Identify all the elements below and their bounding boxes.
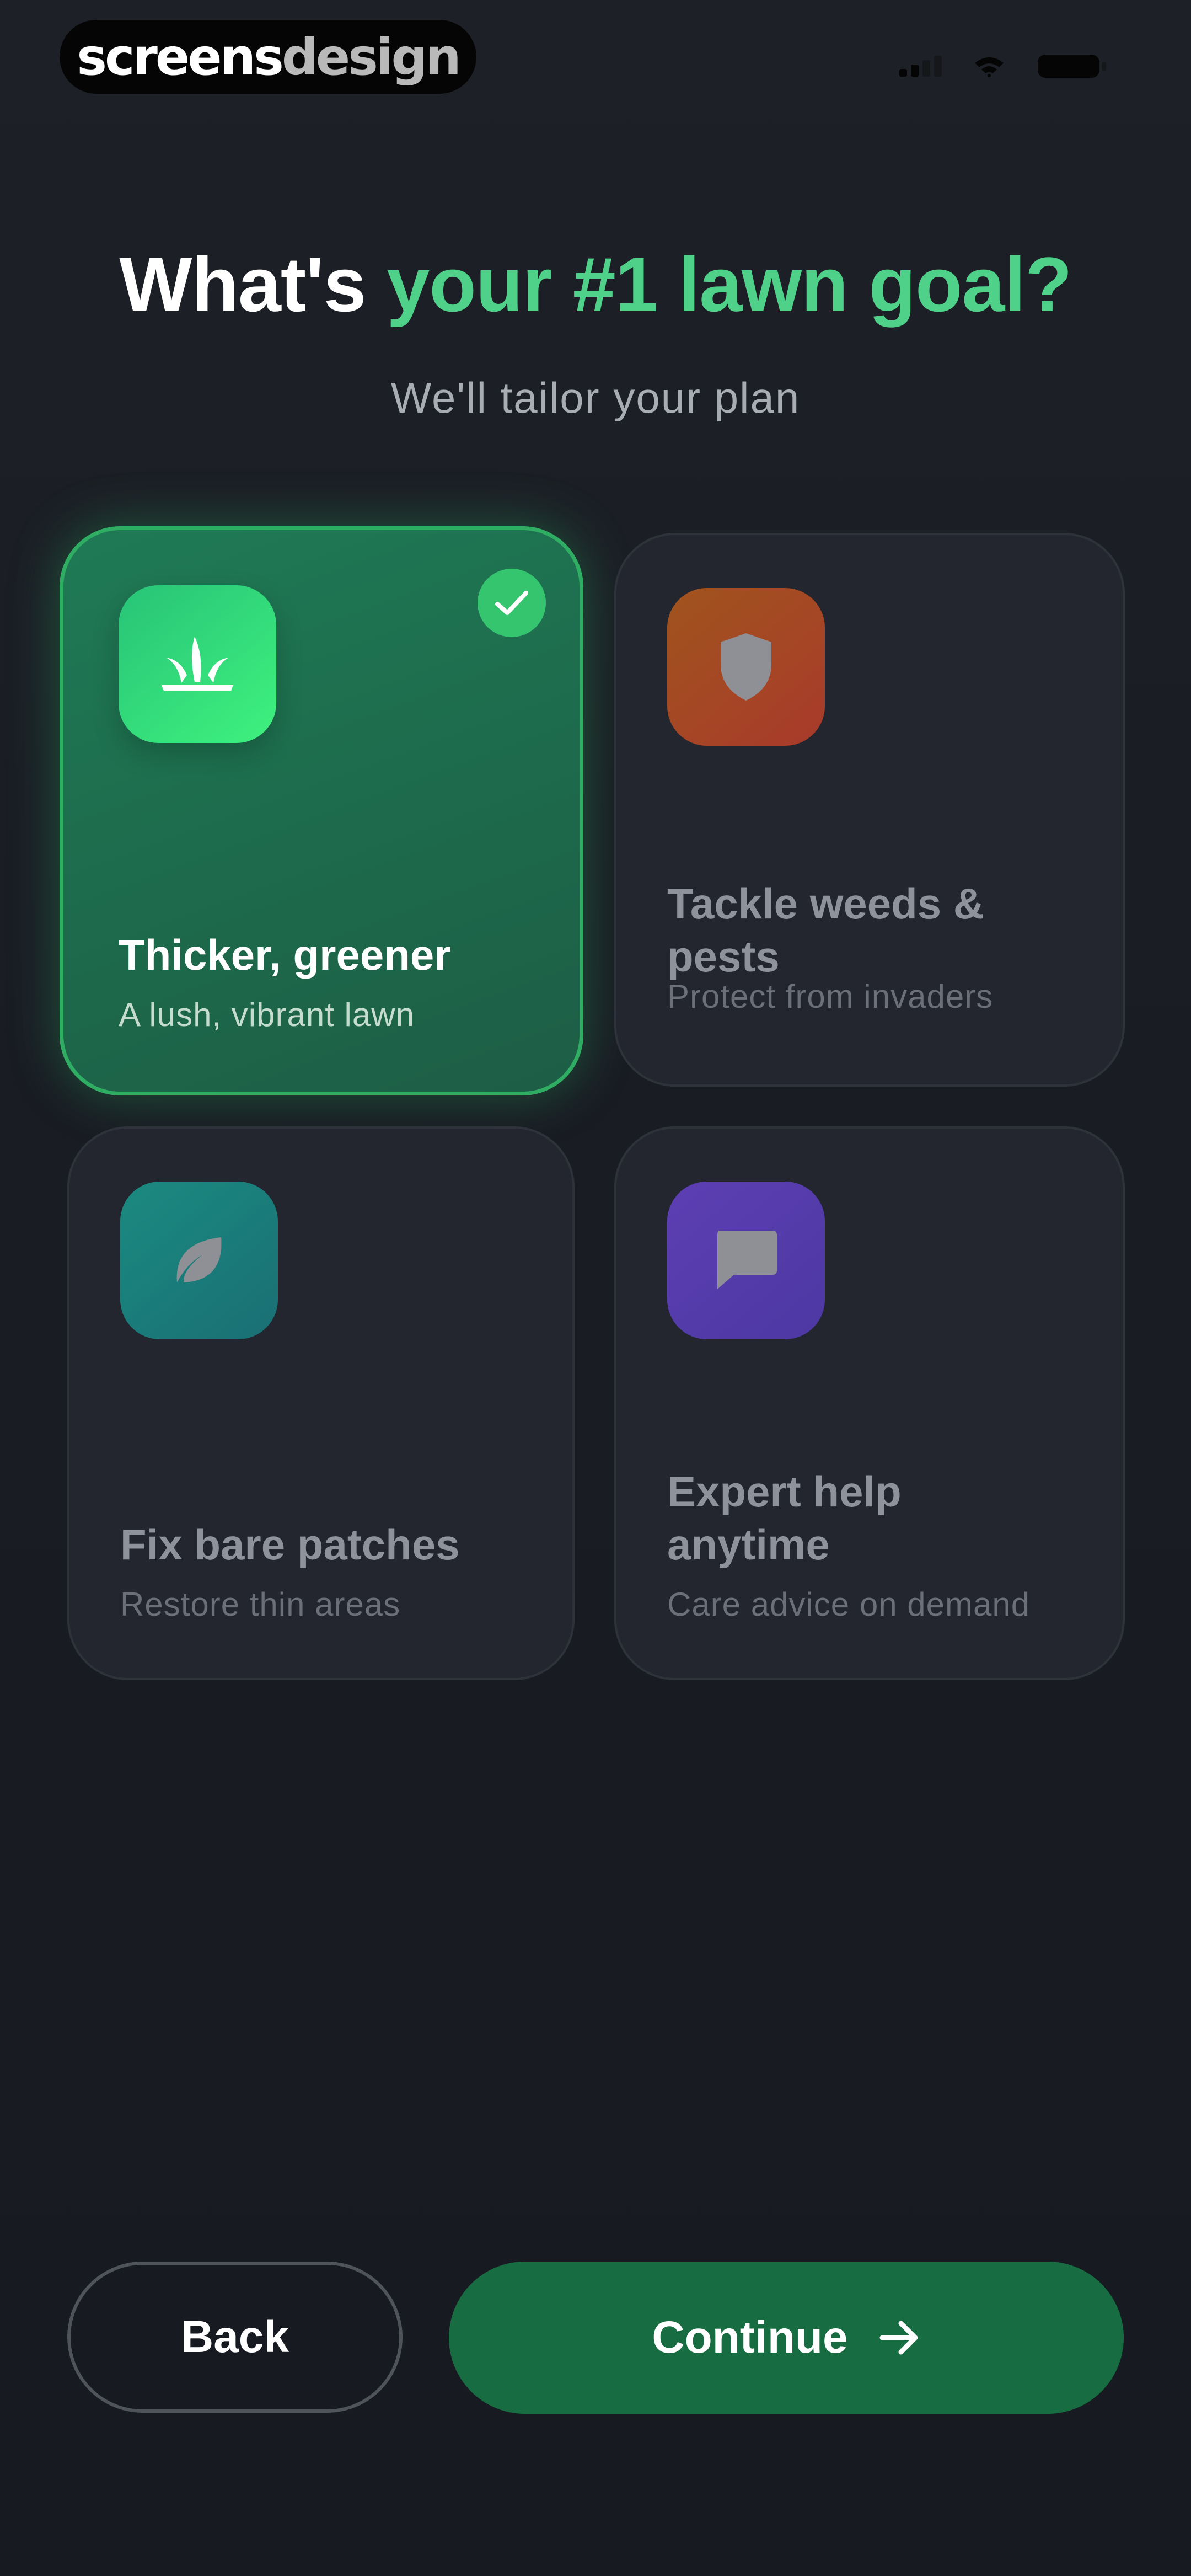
option-subtitle: Protect from invaders bbox=[667, 978, 994, 1015]
continue-button-label: Continue bbox=[652, 2312, 848, 2363]
brand-text-part1: screens bbox=[77, 27, 284, 87]
back-button[interactable]: Back bbox=[67, 2262, 403, 2413]
option-subtitle: A lush, vibrant lawn bbox=[119, 996, 415, 1033]
shield-icon bbox=[667, 588, 825, 746]
back-button-label: Back bbox=[180, 2312, 289, 2362]
leaf-icon bbox=[120, 1182, 278, 1339]
selected-check-icon bbox=[478, 569, 546, 637]
status-bar bbox=[899, 52, 1108, 80]
grass-icon bbox=[119, 585, 276, 743]
option-card-fix-bare-patches[interactable]: Fix bare patches Restore thin areas bbox=[67, 1126, 575, 1680]
option-subtitle: Care advice on demand bbox=[667, 1586, 1031, 1623]
brand-text-part2: design bbox=[281, 27, 462, 87]
chat-bubble-icon bbox=[667, 1182, 825, 1339]
option-card-thicker-greener[interactable]: Thicker, greener A lush, vibrant lawn bbox=[60, 526, 583, 1095]
option-title: Expert help anytime bbox=[667, 1465, 902, 1571]
option-title: Tackle weeds & pests bbox=[667, 877, 984, 983]
option-title-line1: Tackle weeds & bbox=[667, 879, 985, 928]
option-title: Thicker, greener bbox=[119, 931, 451, 979]
option-title: Fix bare patches bbox=[120, 1520, 460, 1569]
wifi-icon bbox=[974, 55, 1005, 77]
page-title: What's your #1 lawn goal? bbox=[0, 240, 1191, 329]
signal-icon bbox=[899, 56, 942, 77]
page-title-green: your #1 lawn goal? bbox=[387, 241, 1072, 328]
page-subtitle: We'll tailor your plan bbox=[390, 373, 801, 422]
continue-button[interactable]: Continue bbox=[449, 2262, 1124, 2414]
option-card-expert-help[interactable]: Expert help anytime Care advice on deman… bbox=[614, 1126, 1125, 1680]
page-title-white: What's bbox=[119, 241, 387, 328]
option-title-line2: anytime bbox=[667, 1520, 830, 1569]
option-title-line1: Expert help bbox=[667, 1467, 902, 1516]
option-card-tackle-weeds[interactable]: Tackle weeds & pests Protect from invade… bbox=[614, 533, 1125, 1087]
option-subtitle: Restore thin areas bbox=[120, 1586, 401, 1623]
brand-logo: screens design bbox=[60, 20, 476, 94]
option-title-line2: pests bbox=[667, 932, 780, 981]
battery-icon bbox=[1037, 52, 1108, 80]
arrow-right-icon bbox=[879, 2321, 918, 2355]
